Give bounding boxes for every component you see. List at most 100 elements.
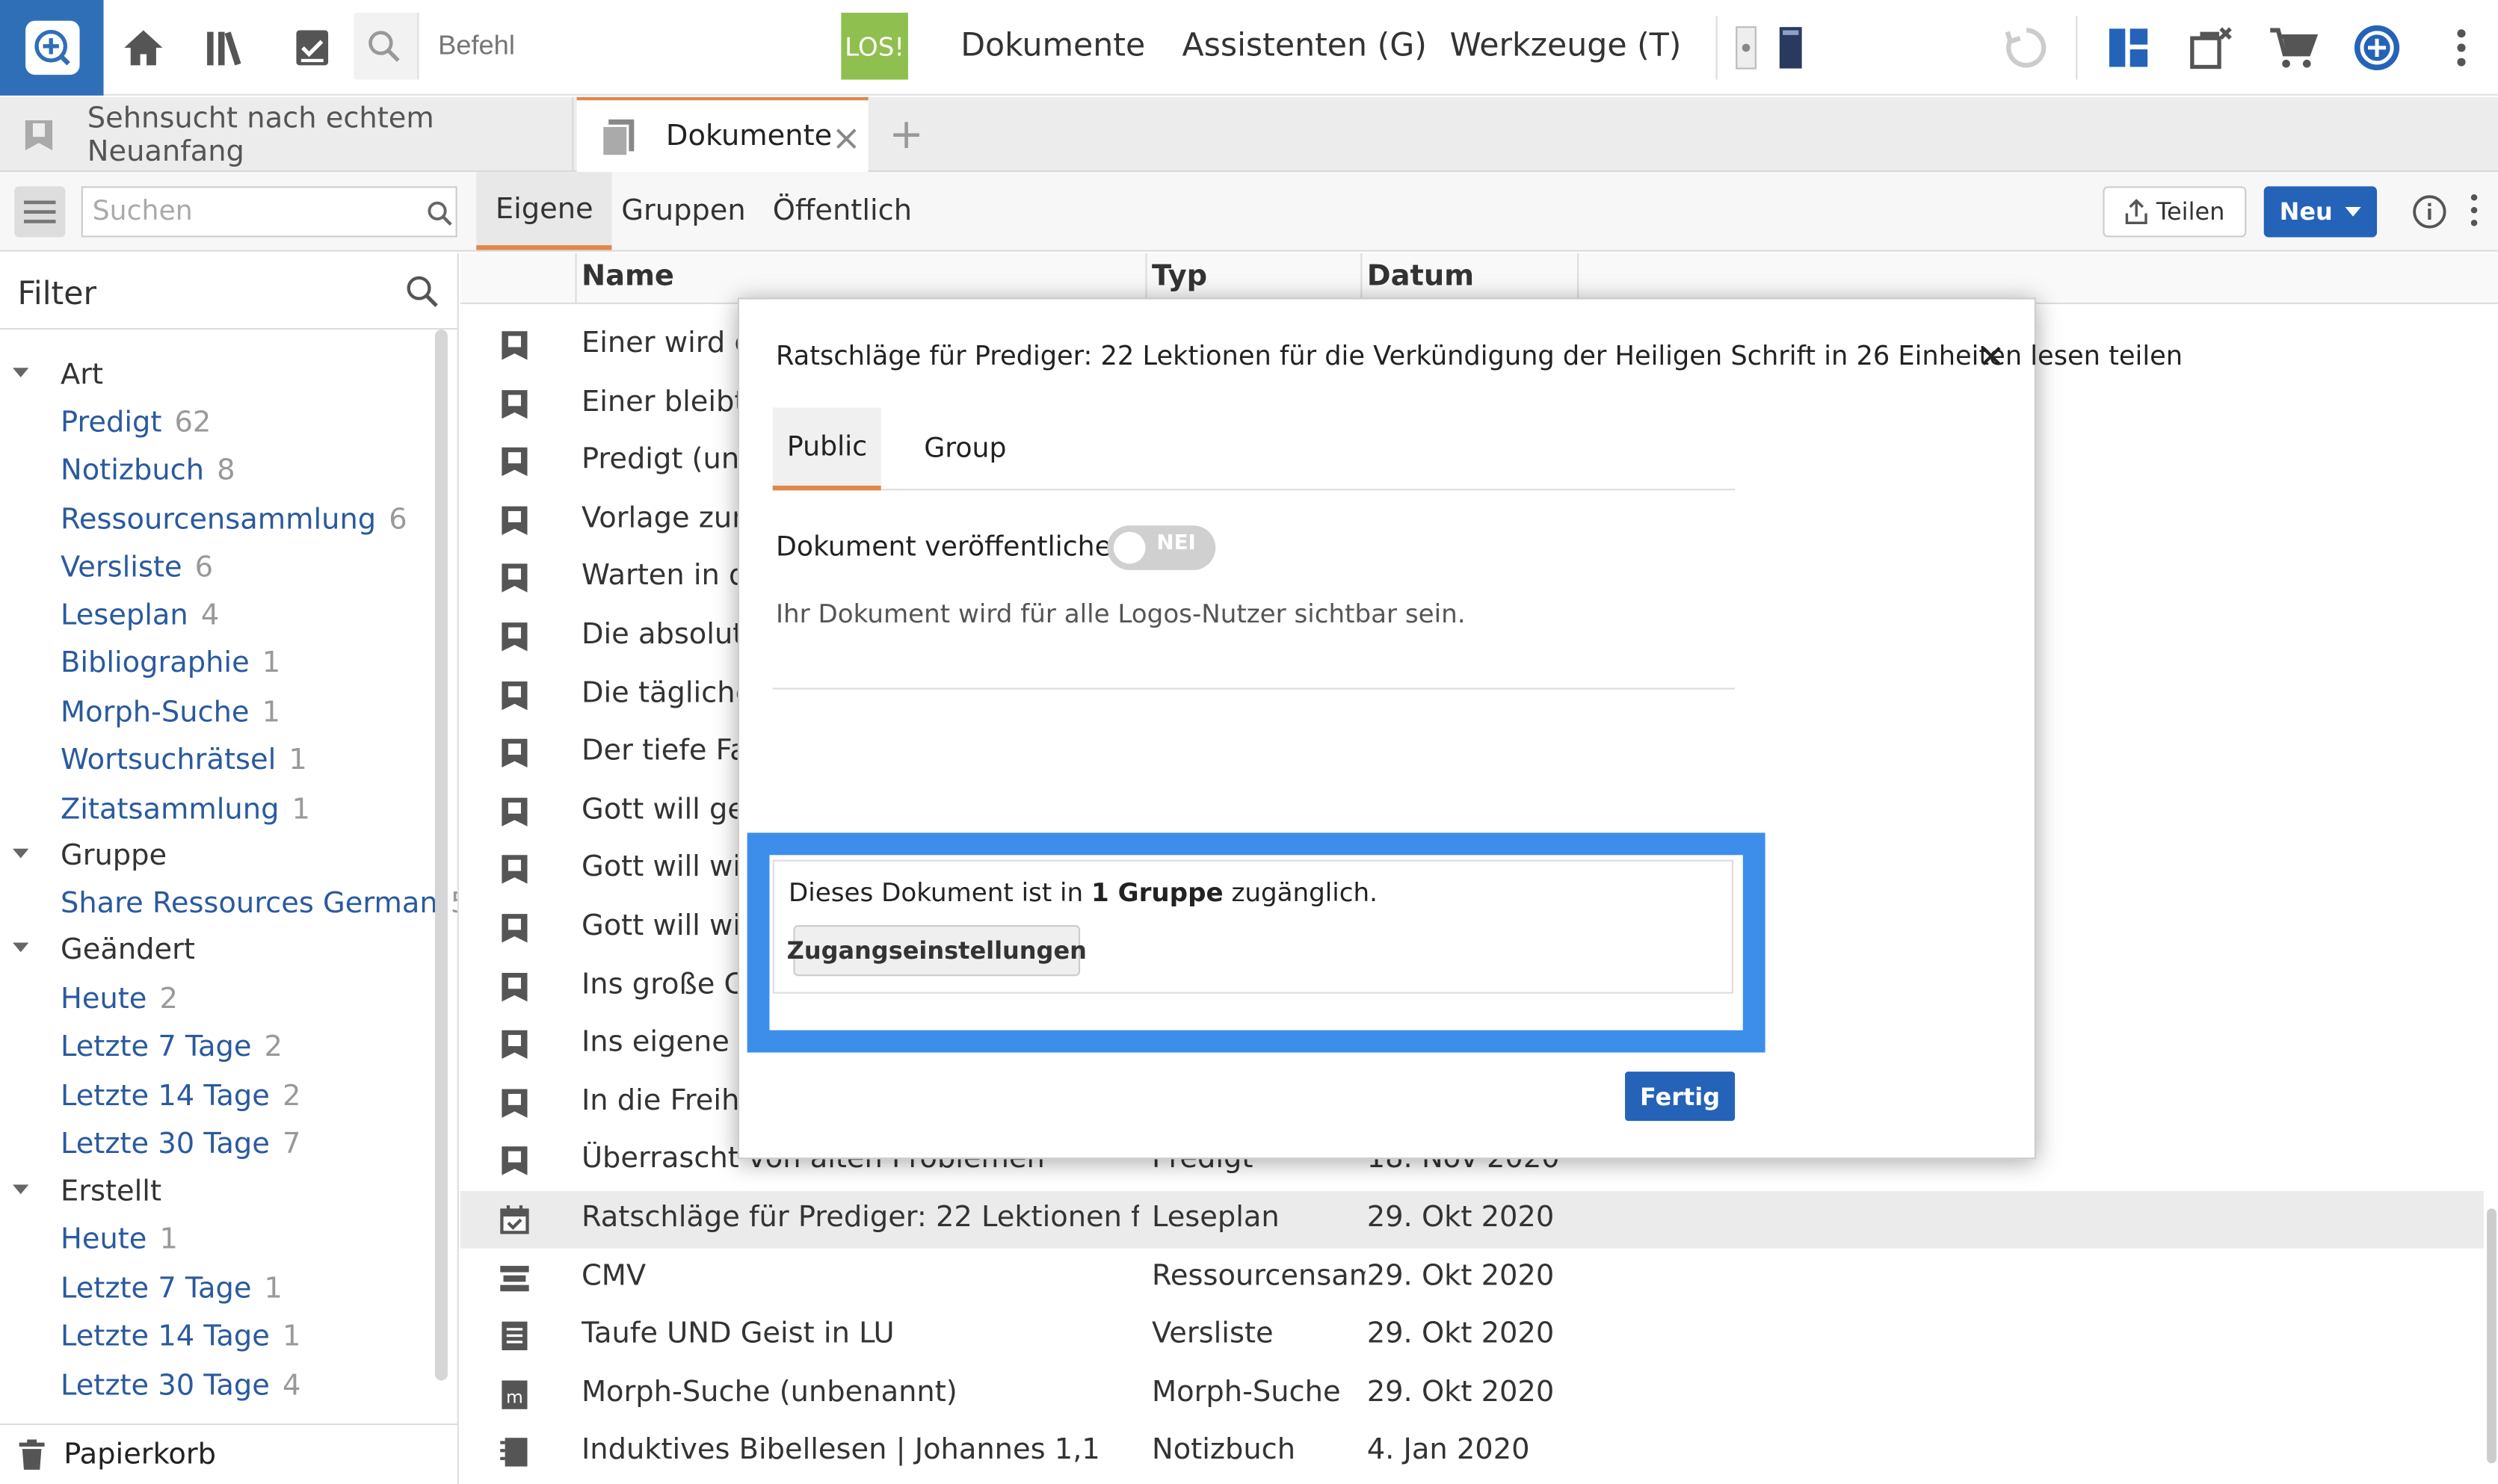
filter-item[interactable]: Versliste 6 xyxy=(61,551,213,584)
filter-item[interactable]: Predigt 62 xyxy=(61,406,211,439)
done-button[interactable]: Fertig xyxy=(1625,1072,1736,1122)
library-icon[interactable] xyxy=(203,22,253,73)
close-tab-icon[interactable]: × xyxy=(832,120,861,159)
detach-window-icon[interactable] xyxy=(2186,22,2236,73)
sermon-icon xyxy=(499,738,531,770)
document-name: Taufe UND Geist in LU xyxy=(581,1317,895,1351)
tab-groups[interactable]: Gruppen xyxy=(602,172,765,250)
home-icon[interactable] xyxy=(118,22,169,73)
menu-assistants[interactable]: Assistenten (G) xyxy=(1182,25,1426,64)
search-placeholder: Suchen xyxy=(92,196,193,228)
filter-item[interactable]: Letzte 30 Tage 4 xyxy=(61,1370,300,1403)
book-cover-icon[interactable] xyxy=(1771,22,1810,73)
document-date: 29. Okt 2020 xyxy=(1366,1258,1555,1293)
account-icon[interactable] xyxy=(2351,22,2402,73)
table-row[interactable]: CMV Ressourcensamn29. Okt 2020 xyxy=(460,1249,2484,1307)
column-header-date[interactable]: Datum xyxy=(1367,259,1474,293)
share-button[interactable]: Teilen xyxy=(2103,186,2247,238)
table-header: Name Typ Datum xyxy=(460,253,2498,305)
sermon-icon xyxy=(499,504,531,537)
divider xyxy=(2076,16,2078,80)
info-icon[interactable] xyxy=(2412,194,2447,229)
column-header-type[interactable]: Typ xyxy=(1152,259,1207,293)
filter-item[interactable]: Letzte 30 Tage 7 xyxy=(61,1128,300,1161)
document-search-input[interactable]: Suchen xyxy=(81,186,457,238)
morph-icon: m xyxy=(499,1379,531,1411)
more-options-icon[interactable] xyxy=(2470,193,2485,231)
filter-header: Filter xyxy=(0,253,457,330)
document-date: 29. Okt 2020 xyxy=(1366,1317,1555,1351)
group-access-panel: Dieses Dokument ist in 1 Gruppe zugängli… xyxy=(772,859,1733,994)
column-header-name[interactable]: Name xyxy=(582,259,674,293)
filter-item[interactable]: Letzte 14 Tage 1 xyxy=(61,1320,300,1354)
menu-documents[interactable]: Dokumente xyxy=(960,25,1145,64)
table-row[interactable]: Induktives Bibellesen | Johannes 1,1 Noti… xyxy=(460,1424,2484,1482)
sermon-icon xyxy=(499,446,531,478)
filter-item[interactable]: Leseplan 4 xyxy=(61,599,219,632)
filter-item[interactable]: Morph-Suche 1 xyxy=(61,696,280,729)
highlight-box: Dieses Dokument ist in 1 Gruppe zugängli… xyxy=(747,832,1765,1053)
tab-public[interactable]: Public xyxy=(772,407,882,491)
search-icon[interactable] xyxy=(404,274,440,309)
search-icon xyxy=(428,201,452,226)
sync-icon[interactable] xyxy=(2001,22,2052,73)
trash-icon xyxy=(19,1439,45,1470)
svg-text:m: m xyxy=(506,1386,523,1407)
document-name: CMV xyxy=(581,1258,647,1293)
sermon-icon xyxy=(499,971,531,1003)
document-name: Induktives Bibellesen | Johannes 1,1 xyxy=(581,1433,1100,1468)
new-document-button[interactable]: Neu xyxy=(2263,186,2378,238)
table-row[interactable]: m Morph-Suche (unbenannt) Morph-Suche 29. O… xyxy=(460,1366,2484,1423)
publish-label: Dokument veröffentlichen? xyxy=(775,531,1144,564)
layout-thumbnail-icon[interactable] xyxy=(1730,22,1763,73)
filter-item[interactable]: Heute 1 xyxy=(61,1223,178,1257)
document-type: Notizbuch xyxy=(1152,1433,1296,1468)
filter-item[interactable]: Zitatsammlung 1 xyxy=(61,793,310,826)
divider xyxy=(1715,16,1718,80)
menu-tools[interactable]: Werkzeuge (T) xyxy=(1450,25,1682,64)
sermon-icon xyxy=(499,621,531,653)
close-icon[interactable]: ✕ xyxy=(1976,341,2008,373)
filter-item[interactable]: Share Ressources German51 xyxy=(61,887,457,921)
filter-item[interactable]: Heute 2 xyxy=(61,983,178,1016)
filter-item[interactable]: Letzte 7 Tage 1 xyxy=(61,1273,283,1306)
sermon-icon xyxy=(499,854,531,886)
publish-toggle[interactable]: NEI xyxy=(1107,525,1216,570)
sermon-icon xyxy=(499,1146,531,1178)
cart-icon[interactable] xyxy=(2267,22,2319,73)
filter-item[interactable]: Wortsuchrätsel 1 xyxy=(61,743,307,777)
sermon-icon xyxy=(499,912,531,944)
tab-own[interactable]: Eigene xyxy=(476,172,613,250)
tab-documents[interactable]: Dokumente × xyxy=(576,96,869,173)
table-row[interactable]: Taufe UND Geist in LU Versliste 29. Okt 20… xyxy=(460,1308,2484,1365)
filter-item[interactable]: Ressourcensammlung 6 xyxy=(61,503,407,537)
access-settings-button[interactable]: Zugangseinstellungen xyxy=(787,925,1087,977)
command-input[interactable] xyxy=(417,13,842,80)
checklist-icon[interactable] xyxy=(287,22,338,73)
document-type: Leseplan xyxy=(1152,1200,1280,1234)
sidebar-scrollbar[interactable] xyxy=(434,330,448,1381)
logos-logo[interactable] xyxy=(0,0,104,96)
sidebar-toggle-icon[interactable] xyxy=(14,186,66,238)
share-label: Teilen xyxy=(2156,197,2225,226)
layouts-icon[interactable] xyxy=(2103,22,2153,73)
table-row[interactable]: Ratschläge für Prediger: 22 Lektionen fü… xyxy=(460,1190,2484,1249)
filter-item[interactable]: Letzte 14 Tage 2 xyxy=(61,1080,300,1113)
trash-button[interactable]: Papierkorb xyxy=(0,1423,457,1484)
tab-group[interactable]: Group xyxy=(910,408,1021,491)
toggle-knob xyxy=(1113,531,1146,564)
filter-item[interactable]: Letzte 7 Tage 2 xyxy=(61,1030,283,1064)
go-button[interactable]: LOS! xyxy=(841,13,908,80)
filter-item[interactable]: Notizbuch 8 xyxy=(61,454,235,487)
more-menu-icon[interactable] xyxy=(2437,22,2485,73)
tab-sermon[interactable]: Sehnsucht nach echtem Neuanfang xyxy=(0,96,574,173)
table-scrollbar[interactable] xyxy=(2487,1208,2497,1464)
column-divider xyxy=(1360,253,1363,305)
add-tab-icon[interactable]: + xyxy=(889,97,934,172)
filter-item[interactable]: Bibliographie 1 xyxy=(61,646,280,680)
dialog-tabs: Public Group xyxy=(772,407,1736,491)
trash-label: Papierkorb xyxy=(64,1438,217,1471)
chevron-down-icon xyxy=(2345,207,2362,217)
tab-public[interactable]: Öffentlich xyxy=(753,172,931,250)
search-icon xyxy=(368,31,400,62)
